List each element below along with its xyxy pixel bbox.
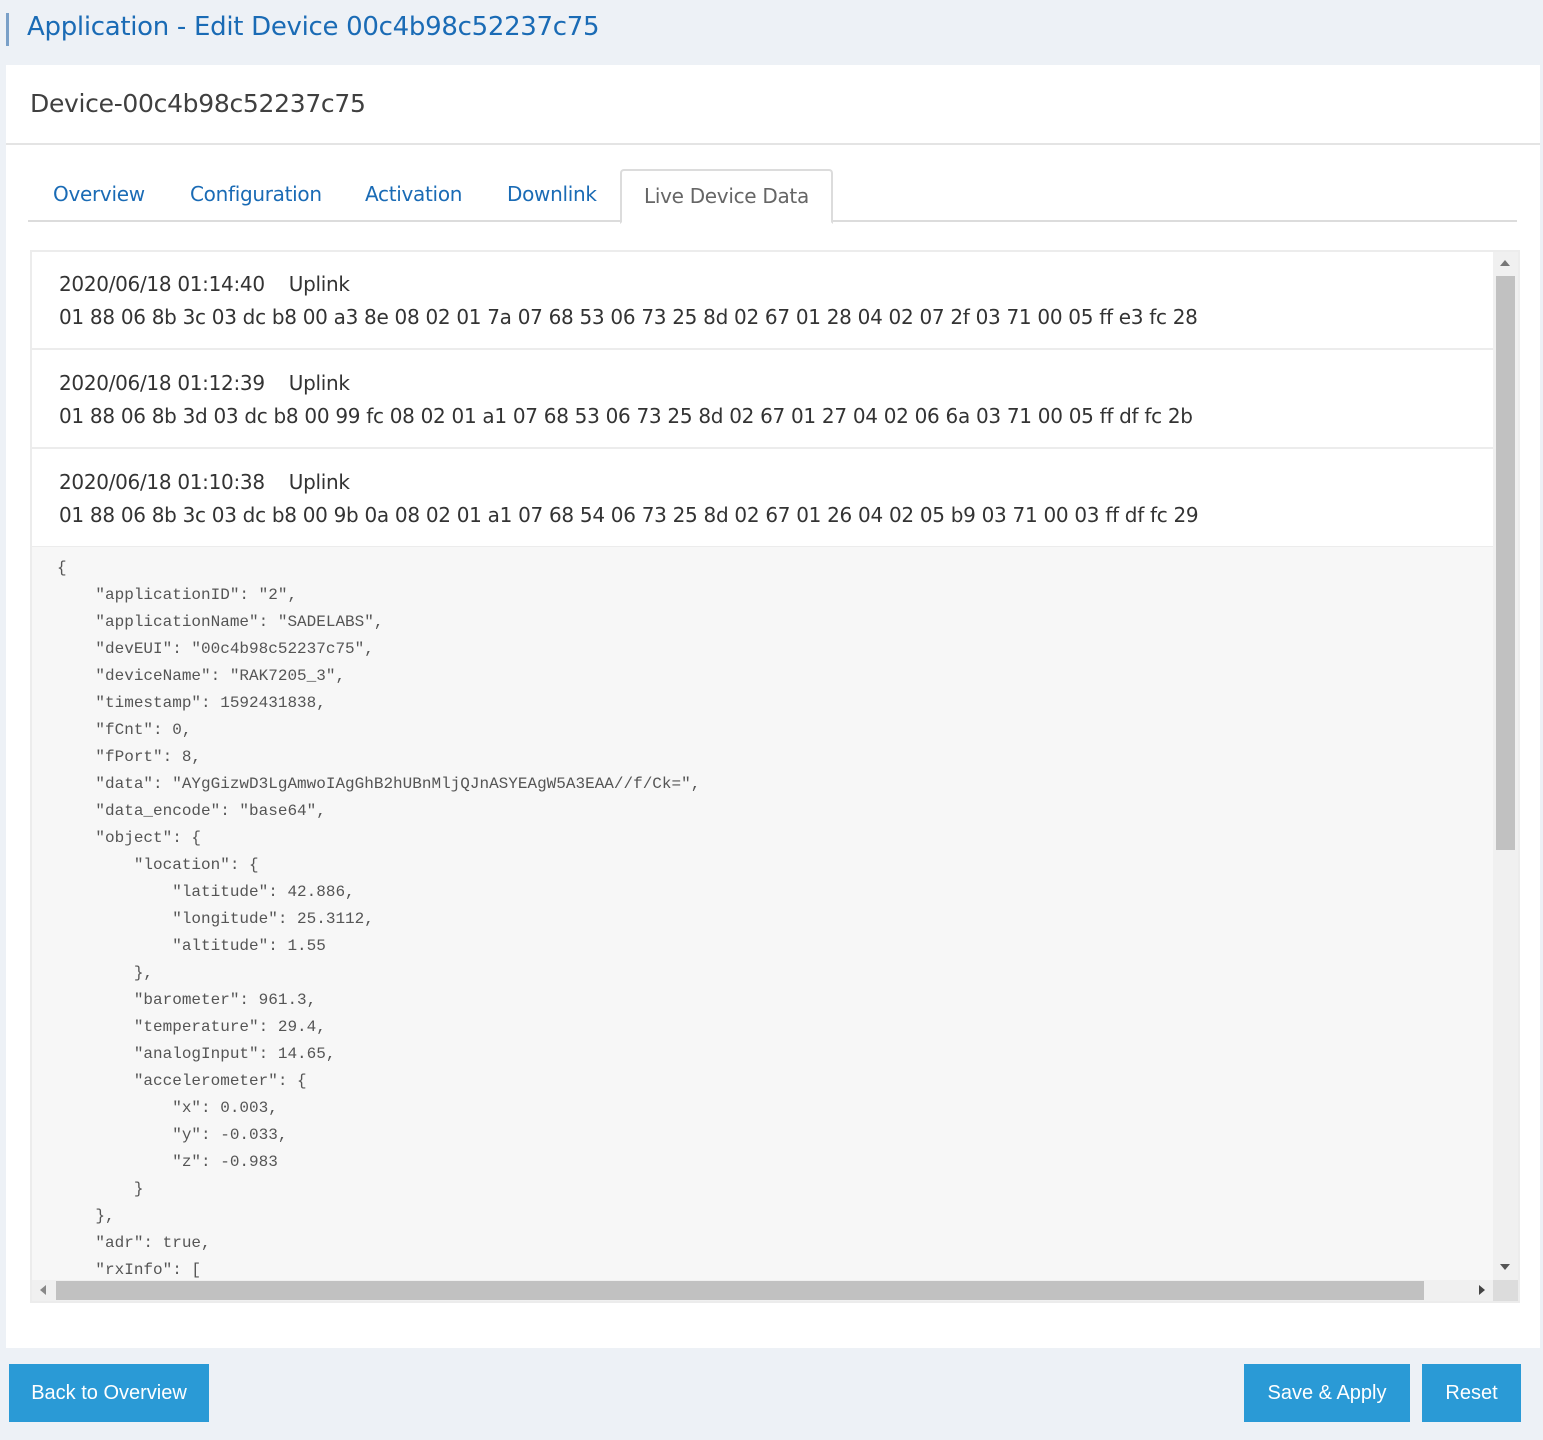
uplink-json-detail: { "applicationID": "2", "applicationName… [32,547,1493,1280]
scrollbar-corner [1493,1280,1518,1301]
scroll-up-arrow-icon[interactable] [1500,260,1510,266]
vertical-scroll-thumb[interactable] [1496,276,1515,850]
json-text: { "applicationID": "2", "applicationName… [57,559,701,1279]
tab-activation[interactable]: Activation [343,169,484,222]
uplink-type: Uplink [288,371,350,395]
uplink-timestamp: 2020/06/18 01:12:39 [59,371,265,395]
uplink-item[interactable]: 2020/06/18 01:14:40 Uplink 01 88 06 8b 3c… [32,252,1493,350]
uplink-timestamp: 2020/06/18 01:10:38 [59,470,265,494]
uplink-payload: 01 88 06 8b 3c 03 dc b8 00 a3 8e 08 02 0… [59,305,1198,329]
uplink-meta: 2020/06/18 01:12:39 Uplink [59,371,350,395]
tab-overview[interactable]: Overview [31,169,167,222]
uplink-timestamp: 2020/06/18 01:14:40 [59,272,265,296]
scroll-right-arrow-icon[interactable] [1479,1285,1485,1295]
divider [6,143,1540,145]
scroll-left-arrow-icon[interactable] [40,1285,46,1295]
uplink-payload: 01 88 06 8b 3c 03 dc b8 00 9b 0a 08 02 0… [59,503,1199,527]
scroll-down-arrow-icon[interactable] [1500,1264,1510,1270]
uplink-item[interactable]: 2020/06/18 01:12:39 Uplink 01 88 06 8b 3d… [32,351,1493,449]
live-data-panel: 2020/06/18 01:14:40 Uplink 01 88 06 8b 3c… [30,250,1520,1303]
horizontal-scrollbar[interactable] [32,1280,1493,1301]
uplink-type: Uplink [288,470,350,494]
uplink-type: Uplink [288,272,350,296]
page-title: Application - Edit Device 00c4b98c52237c… [27,12,600,42]
tab-downlink[interactable]: Downlink [485,169,619,222]
page-header: Application - Edit Device 00c4b98c52237c… [0,0,1543,64]
header-accent-bar [6,13,9,46]
device-title: Device-00c4b98c52237c75 [30,89,366,118]
tab-bar: Overview Configuration Activation Downli… [28,169,1517,224]
uplink-meta: 2020/06/18 01:10:38 Uplink [59,470,350,494]
save-apply-button[interactable]: Save & Apply [1244,1364,1410,1422]
tab-configuration[interactable]: Configuration [168,169,344,222]
tab-live-device-data[interactable]: Live Device Data [620,169,833,224]
horizontal-scroll-thumb[interactable] [56,1281,1424,1300]
uplink-meta: 2020/06/18 01:14:40 Uplink [59,272,350,296]
vertical-scrollbar[interactable] [1493,252,1518,1280]
reset-button[interactable]: Reset [1422,1364,1521,1422]
uplink-item-expanded[interactable]: 2020/06/18 01:10:38 Uplink 01 88 06 8b 3c… [32,450,1493,548]
device-card: Device-00c4b98c52237c75 Overview Configu… [6,65,1540,1348]
back-to-overview-button[interactable]: Back to Overview [9,1364,209,1422]
uplink-payload: 01 88 06 8b 3d 03 dc b8 00 99 fc 08 02 0… [59,404,1193,428]
